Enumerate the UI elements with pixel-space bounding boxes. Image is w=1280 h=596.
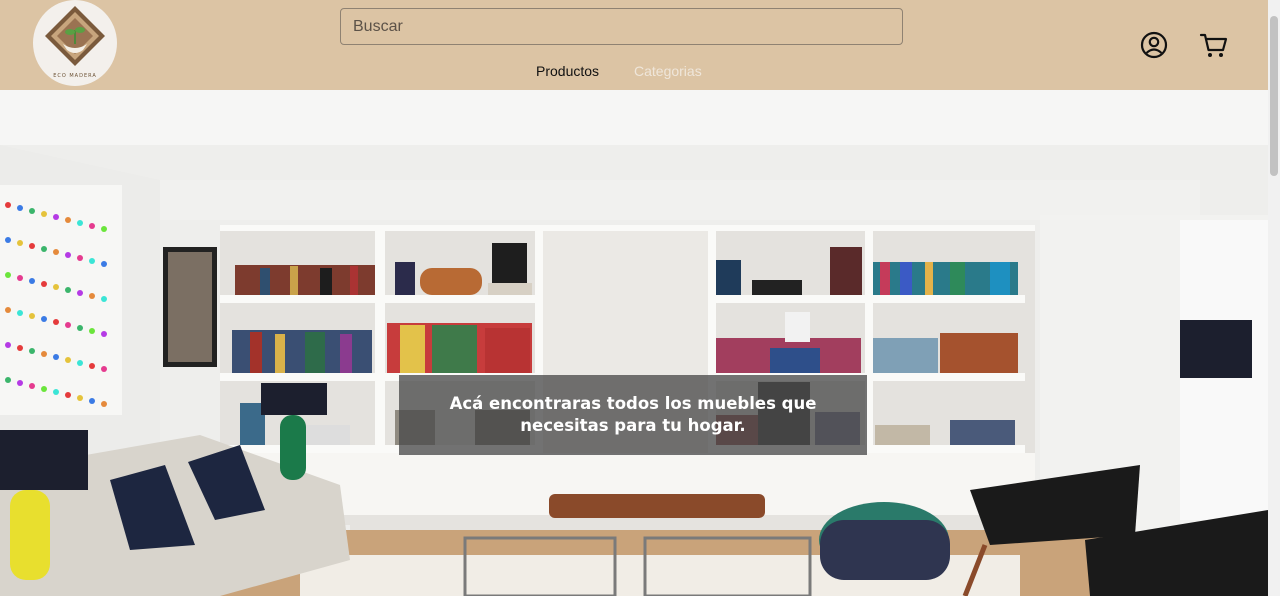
user-circle-icon[interactable] xyxy=(1139,30,1169,60)
nav-categorias[interactable]: Categorias xyxy=(634,63,702,79)
hero-banner: Acá encontraras todos los muebles que ne… xyxy=(0,90,1268,596)
page-scrollbar[interactable] xyxy=(1268,0,1280,596)
search-input[interactable] xyxy=(340,8,903,45)
living-room-image xyxy=(0,90,1268,596)
site-header: ECO MADERA Productos Categorias xyxy=(0,0,1268,90)
hero-caption-box: Acá encontraras todos los muebles que ne… xyxy=(399,375,867,455)
shopping-cart-icon[interactable] xyxy=(1199,30,1229,60)
scrollbar-thumb[interactable] xyxy=(1270,16,1278,176)
brand-logo[interactable]: ECO MADERA xyxy=(33,0,117,86)
nav-productos[interactable]: Productos xyxy=(536,63,599,79)
hero-caption: Acá encontraras todos los muebles que ne… xyxy=(449,394,817,435)
brand-name: ECO MADERA xyxy=(53,73,97,79)
